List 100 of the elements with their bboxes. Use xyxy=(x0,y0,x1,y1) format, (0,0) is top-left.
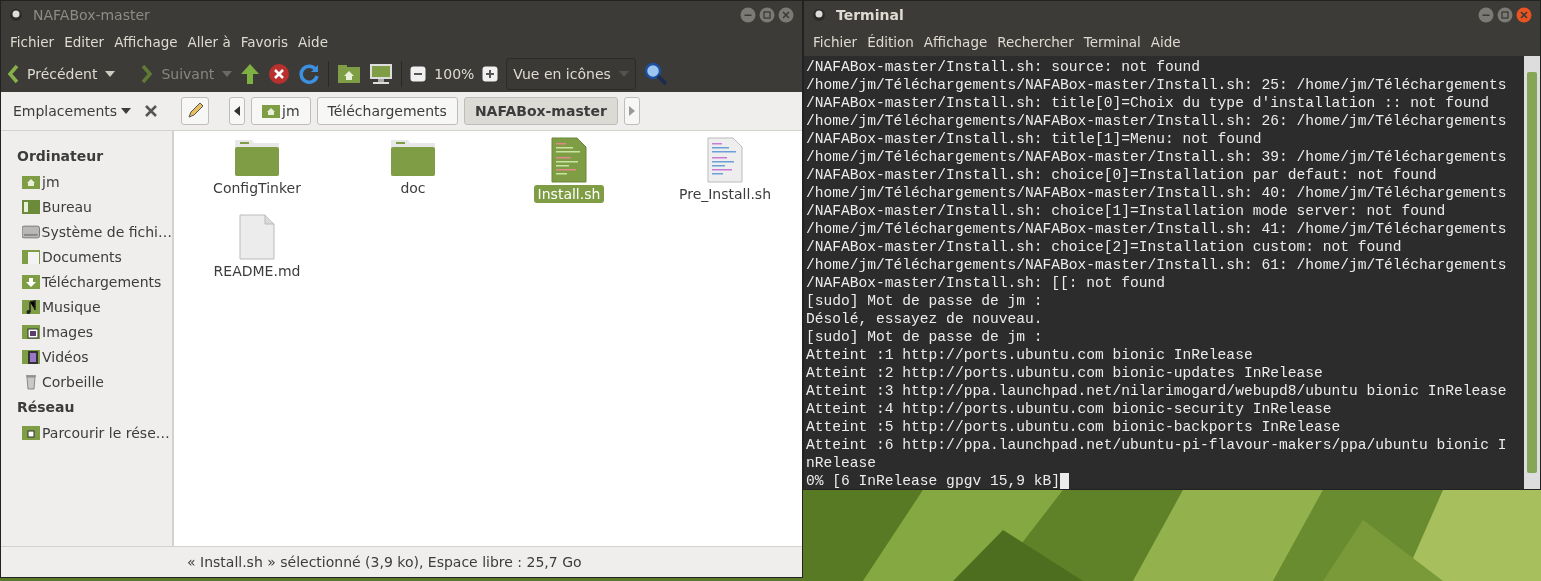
terminal-line: /NAFABox-master/Install.sh: title[1]=Menu: not found xyxy=(806,130,1262,148)
minimize-button[interactable] xyxy=(1478,6,1494,23)
menu-item[interactable]: Affichage xyxy=(109,34,183,50)
up-arrow-icon[interactable] xyxy=(240,63,261,85)
terminal-line: [sudo] Mot de passe de jm : xyxy=(806,292,1043,310)
terminal-line: Atteint :1 http://ports.ubuntu.com bionic InRelease xyxy=(806,346,1253,364)
file-icon xyxy=(239,214,275,260)
folder-icon xyxy=(390,137,436,177)
window-icon xyxy=(812,7,826,22)
terminal-line: /NAFABox-master/Install.sh: source: not found xyxy=(806,58,1201,76)
folder-icon xyxy=(234,137,280,177)
text-file-icon xyxy=(707,137,743,183)
zoom-in-icon[interactable] xyxy=(482,66,499,82)
menu-item[interactable]: Fichier xyxy=(5,34,60,50)
caret-icon xyxy=(105,71,116,77)
right-arrow-icon xyxy=(628,106,635,116)
terminal-line: /home/jm/Téléchargements/NAFABox-master/Install.sh: 61: /home/jm/Téléchargements xyxy=(806,256,1507,274)
home-folder-icon[interactable] xyxy=(337,64,362,84)
terminal-line: /home/jm/Téléchargements/NAFABox-master/Install.sh: 25: /home/jm/Téléchargements xyxy=(806,76,1507,94)
scroll-left-button[interactable] xyxy=(229,97,245,125)
left-arrow-icon xyxy=(234,106,240,116)
terminal-line: /NAFABox-master/Install.sh: choice[2]=Installation custom: not found xyxy=(806,238,1402,256)
menu-item[interactable]: Rechercher xyxy=(992,34,1079,50)
window-title: Terminal xyxy=(836,6,904,23)
terminal-line: nRelease xyxy=(806,454,877,472)
back-button[interactable]: Précédent xyxy=(27,66,98,82)
terminal-line: /NAFABox-master/Install.sh: choice[0]=Installation par defaut: not found xyxy=(806,166,1437,184)
close-button[interactable] xyxy=(778,6,794,23)
menu-item[interactable]: Aide xyxy=(1145,34,1186,50)
sidebar-item[interactable]: Images xyxy=(7,319,172,344)
file-name[interactable]: doc xyxy=(396,179,430,197)
minimize-button[interactable] xyxy=(740,6,756,23)
caret-icon xyxy=(222,71,233,77)
sidebar-item[interactable]: Téléchargements xyxy=(7,269,172,294)
scrollbar[interactable] xyxy=(1524,56,1540,489)
search-icon[interactable] xyxy=(643,62,668,86)
file-name[interactable]: ConfigTinker xyxy=(209,179,305,197)
menu-item[interactable]: Terminal xyxy=(1078,34,1146,50)
file-name[interactable]: Pre_Install.sh xyxy=(675,185,775,203)
pencil-icon xyxy=(186,102,204,120)
terminal-line: /NAFABox-master/Install.sh: title[0]=Choix du type d'installation :: not found xyxy=(806,94,1490,112)
menu-item[interactable]: Édition xyxy=(862,34,919,50)
menu-item[interactable]: Aller à xyxy=(182,34,236,50)
maximize-button[interactable] xyxy=(1497,6,1513,23)
places-dropdown[interactable]: Emplacements xyxy=(7,103,139,119)
scroll-right-button[interactable] xyxy=(623,97,640,125)
terminal-line: Atteint :6 http://ppa.launchpad.net/ubuntu-pi-flavour-makers/ppa/ubuntu bionic I xyxy=(806,436,1507,454)
caret-icon xyxy=(121,108,132,114)
edit-path-button[interactable] xyxy=(181,97,209,125)
zoom-out-icon[interactable] xyxy=(410,66,427,82)
videos-folder-icon xyxy=(22,349,40,364)
sidebar-item[interactable]: Parcourir le rése… xyxy=(7,420,172,445)
sidebar-item[interactable]: Corbeille xyxy=(7,369,172,394)
window-title: NAFABox-master xyxy=(33,6,150,23)
menu-item[interactable]: Fichier xyxy=(808,34,863,50)
view-mode-dropdown[interactable]: Vue en icônes xyxy=(506,58,636,90)
drive-icon xyxy=(22,224,40,239)
breadcrumb-button[interactable]: Téléchargements xyxy=(316,97,458,125)
terminal-line: Désolé, essayez de nouveau. xyxy=(806,310,1043,328)
music-folder-icon xyxy=(22,299,40,314)
desktop-folder-icon xyxy=(22,199,40,214)
terminal-line: /home/jm/Téléchargements/NAFABox-master/Install.sh: 26: /home/jm/Téléchargements xyxy=(806,112,1507,130)
sidebar-item[interactable]: Musique xyxy=(7,294,172,319)
terminal-line: /NAFABox-master/Install.sh: choice[1]=Installation mode server: not found xyxy=(806,202,1446,220)
download-folder-icon xyxy=(22,274,40,289)
menu-item[interactable]: Affichage xyxy=(918,34,993,50)
menu-item[interactable]: Favoris xyxy=(235,34,294,50)
terminal-line: /home/jm/Téléchargements/NAFABox-master/Install.sh: 40: /home/jm/Téléchargements xyxy=(806,184,1507,202)
maximize-button[interactable] xyxy=(759,6,775,23)
sidebar-item[interactable]: Bureau xyxy=(7,194,172,219)
breadcrumb-button[interactable]: jm xyxy=(251,97,311,125)
terminal-line: /NAFABox-master/Install.sh: [[: not found xyxy=(806,274,1166,292)
terminal-line: 0% [6 InRelease gpgv 15,9 kB] xyxy=(806,472,1060,489)
file-name[interactable]: README.md xyxy=(209,262,305,280)
script-file-icon xyxy=(551,137,587,183)
home-folder-icon xyxy=(22,174,40,189)
sidebar-item[interactable]: Vidéos xyxy=(7,344,172,369)
close-button[interactable] xyxy=(1516,6,1532,23)
sidebar-item[interactable]: Documents xyxy=(7,244,172,269)
close-icon[interactable] xyxy=(145,105,157,117)
reload-icon[interactable] xyxy=(298,63,321,85)
terminal-line: /home/jm/Téléchargements/NAFABox-master/Install.sh: 41: /home/jm/Téléchargements xyxy=(806,220,1507,238)
terminal-line: [sudo] Mot de passe de jm : xyxy=(806,328,1043,346)
menu-item[interactable]: Editer xyxy=(59,34,110,50)
sidebar-item[interactable]: Système de fichi… xyxy=(7,219,172,244)
computer-icon[interactable] xyxy=(369,63,394,85)
terminal-line: Atteint :4 http://ports.ubuntu.com bionic-security InRelease xyxy=(806,400,1332,418)
caret-icon xyxy=(618,71,629,77)
zoom-level: 100% xyxy=(434,66,475,82)
status-bar-text: « Install.sh » sélectionné (3,9 ko), Espace libre : 25,7 Go xyxy=(186,554,582,570)
window-icon xyxy=(9,7,23,22)
sidebar-item[interactable]: jm xyxy=(7,169,172,194)
terminal-line: Atteint :3 http://ppa.launchpad.net/nilarimogard/webupd8/ubuntu bionic InRelease xyxy=(806,382,1507,400)
documents-folder-icon xyxy=(22,249,40,264)
terminal-line: Atteint :5 http://ports.ubuntu.com bionic-backports InRelease xyxy=(806,418,1341,436)
menu-item[interactable]: Aide xyxy=(293,34,333,50)
breadcrumb-button[interactable]: NAFABox-master xyxy=(463,97,618,125)
network-folder-icon xyxy=(22,425,40,440)
terminal-line: Atteint :2 http://ports.ubuntu.com bionic-updates InRelease xyxy=(806,364,1323,382)
stop-icon[interactable] xyxy=(268,63,291,85)
